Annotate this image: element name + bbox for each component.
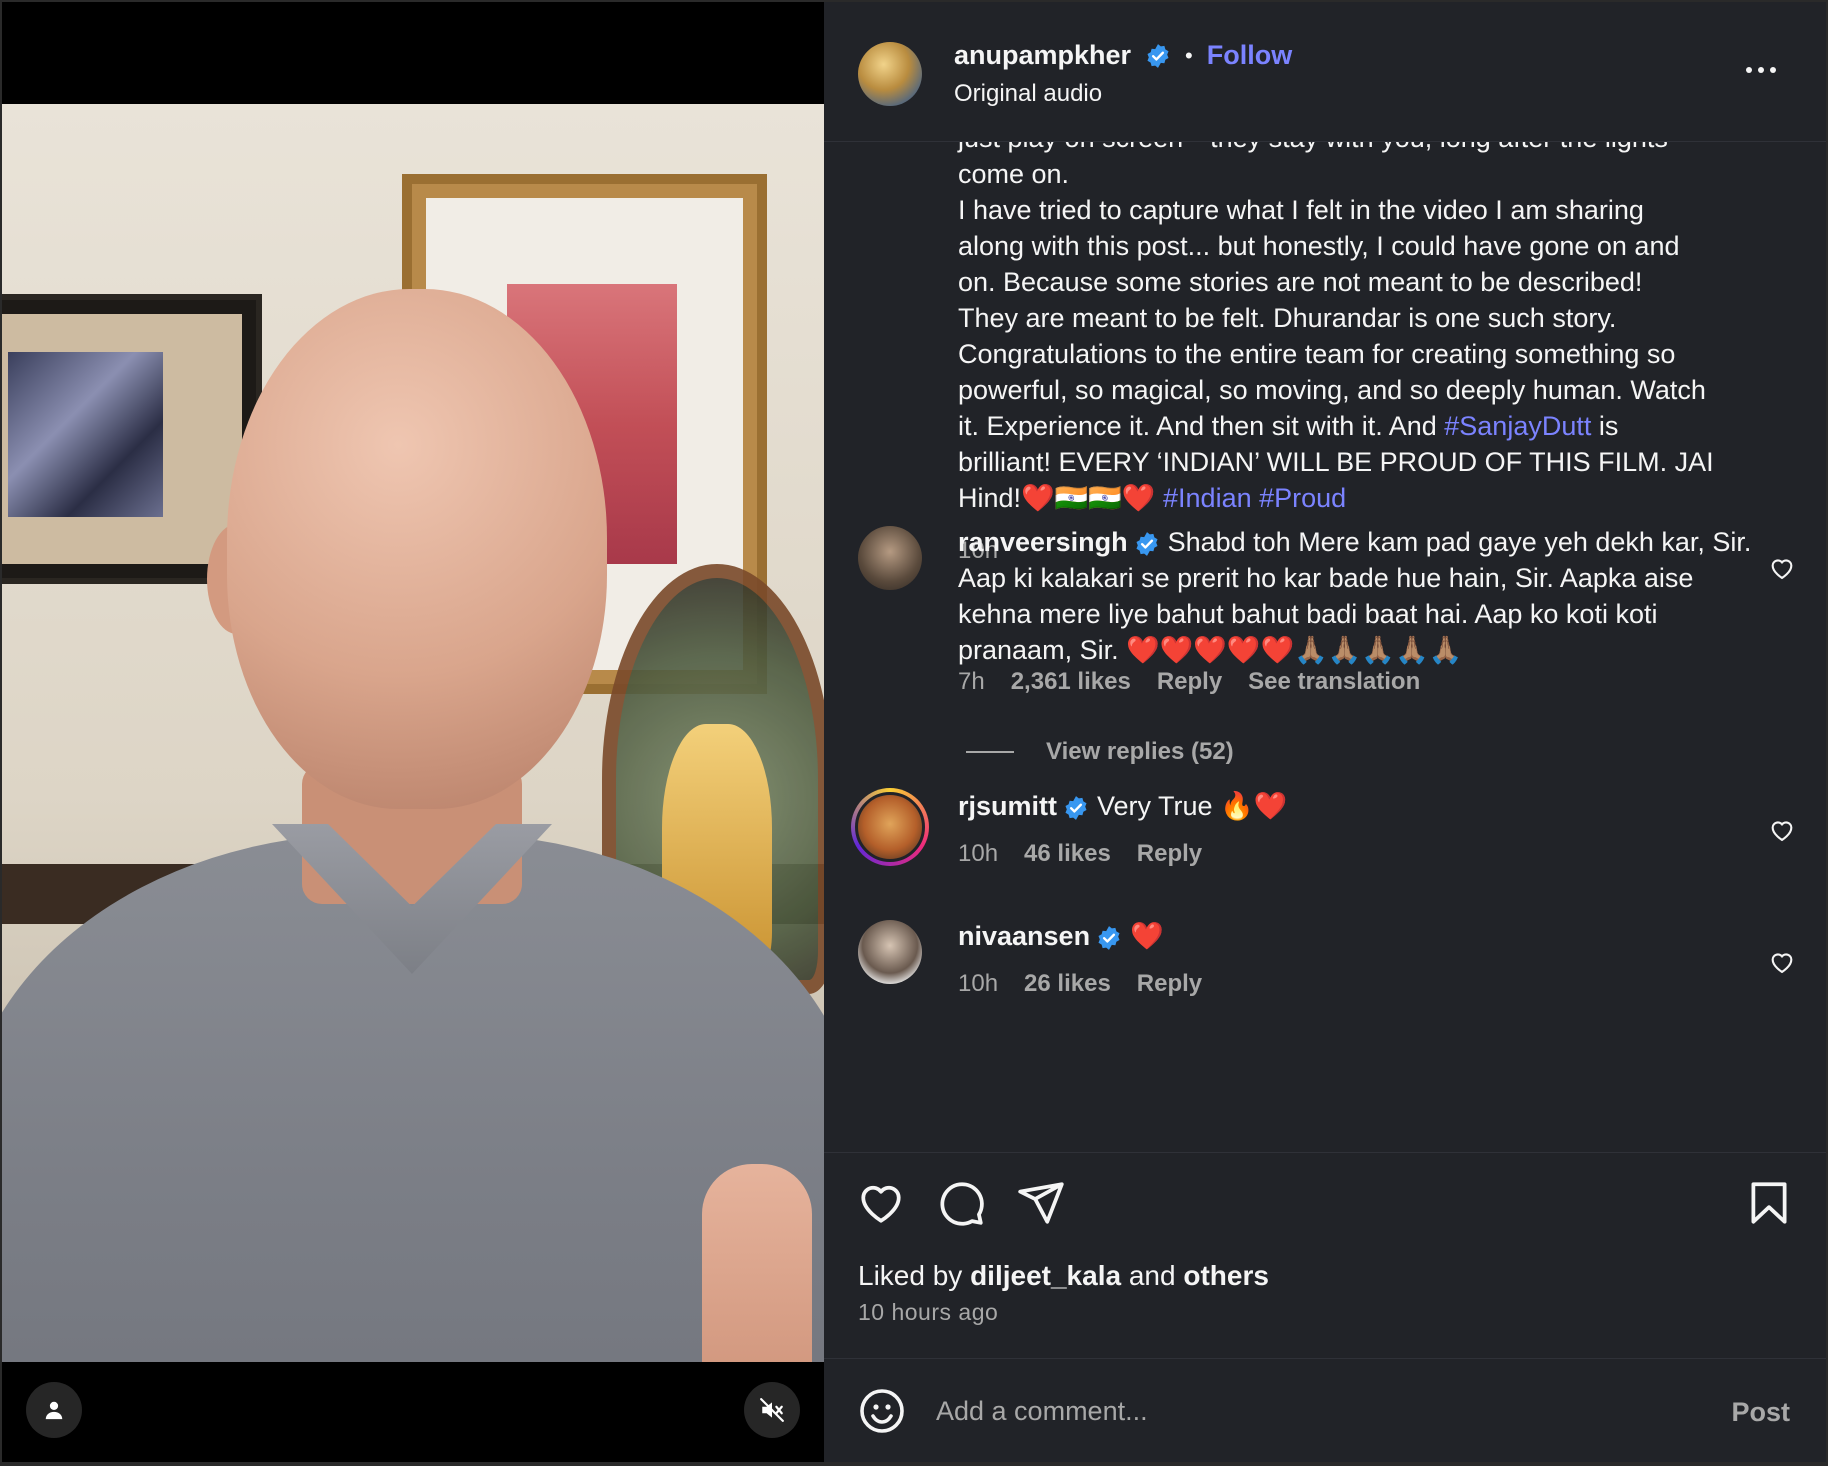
person-head	[227, 289, 607, 809]
tagged-users-button[interactable]	[26, 1382, 82, 1438]
hashtag-link[interactable]: #Proud	[1259, 483, 1346, 513]
comment-likes[interactable]: 2,361 likes	[1011, 668, 1131, 696]
header-separator: •	[1185, 42, 1193, 68]
caption-line: powerful, so magical, so moving, and so …	[958, 375, 1706, 405]
verified-icon	[1065, 795, 1087, 820]
verified-icon	[1136, 531, 1158, 556]
commenter-username[interactable]: nivaansen	[958, 921, 1090, 951]
caption-line: just play on screen—they stay with you, …	[958, 142, 1778, 156]
caption-text: Hind!❤️🇮🇳🇮🇳❤️	[958, 483, 1164, 513]
share-icon[interactable]	[1016, 1178, 1066, 1228]
add-comment-bar: Post	[824, 1358, 1826, 1462]
muted-speaker-icon	[760, 1398, 784, 1422]
caption-line: on. Because some stories are not meant t…	[958, 267, 1643, 297]
heart-icon[interactable]	[856, 1178, 906, 1228]
commenter-avatar[interactable]	[858, 526, 922, 590]
comment-text: ranveersingh Shabd toh Mere kam pad gaye …	[958, 524, 1758, 668]
mute-toggle-button[interactable]	[744, 1382, 800, 1438]
comment-meta: 10h 46 likes Reply	[958, 840, 1202, 868]
author-avatar[interactable]	[858, 42, 922, 106]
hashtag-link[interactable]: #SanjayDutt	[1444, 411, 1591, 441]
liked-by-mid: and	[1121, 1260, 1184, 1291]
post-side-panel: anupampkher • Follow Original audio just…	[824, 2, 1826, 1462]
comment-like-heart-icon[interactable]	[1768, 816, 1796, 844]
hashtag-link[interactable]: #Indian	[1163, 483, 1252, 513]
more-options-icon[interactable]	[1746, 60, 1786, 80]
comment-time: 10h	[958, 840, 999, 867]
video-player[interactable]	[2, 2, 824, 1462]
post-action-bar: Liked by diljeet_kala and others 10 hour…	[824, 1152, 1826, 1352]
comment-time: 10h	[958, 970, 999, 997]
view-replies-label: View replies (52)	[1046, 738, 1234, 765]
caption-text: is	[1591, 411, 1619, 441]
caption-line: brilliant! EVERY ‘INDIAN’ WILL BE PROUD …	[958, 447, 1714, 477]
caption-line: it. Experience it. And then sit with it.…	[958, 408, 1778, 444]
user-tag-icon	[45, 1401, 63, 1420]
comment-like-heart-icon[interactable]	[1768, 948, 1796, 976]
post-comment-button[interactable]: Post	[1731, 1397, 1790, 1428]
comments-scroll-area[interactable]: just play on screen—they stay with you, …	[824, 142, 1826, 1152]
caption-line: along with this post... but honestly, I …	[958, 231, 1680, 261]
comment-meta: 7h 2,361 likes Reply See translation	[958, 668, 1420, 696]
verified-icon	[1147, 43, 1169, 68]
liked-by-prefix: Liked by	[858, 1260, 971, 1291]
comment-likes[interactable]: 46 likes	[1024, 840, 1111, 868]
comment-icon[interactable]	[936, 1178, 986, 1228]
commenter-username[interactable]: rjsumitt	[958, 791, 1057, 821]
commenter-avatar	[855, 792, 925, 862]
caption-text: it. Experience it. And then sit with it.…	[958, 411, 1445, 441]
comment-time: 7h	[958, 668, 985, 695]
see-translation-button[interactable]: See translation	[1248, 668, 1420, 696]
bookmark-icon[interactable]	[1744, 1178, 1794, 1228]
caption-line: They are meant to be felt. Dhurandar is …	[958, 303, 1617, 333]
caption-line: Congratulations to the entire team for c…	[958, 339, 1676, 369]
original-audio-link[interactable]: Original audio	[954, 80, 1102, 108]
comment-body: ❤️	[1130, 921, 1164, 951]
liked-by-others[interactable]: others	[1183, 1260, 1269, 1291]
person-hand	[702, 1164, 812, 1362]
liked-by-user[interactable]: diljeet_kala	[970, 1260, 1121, 1291]
video-letterbox-top	[2, 2, 824, 104]
author-username[interactable]: anupampkher	[954, 40, 1131, 71]
comment-like-heart-icon[interactable]	[1768, 554, 1796, 582]
comment-text: nivaansen ❤️	[958, 918, 1758, 954]
comment-input[interactable]	[936, 1387, 1656, 1435]
reply-button[interactable]: Reply	[1137, 970, 1202, 998]
caption-line: I have tried to capture what I felt in t…	[958, 195, 1644, 225]
liked-by-summary: Liked by diljeet_kala and others	[858, 1260, 1269, 1292]
post-time-ago: 10 hours ago	[858, 1299, 999, 1325]
comment-body: Very True 🔥❤️	[1097, 791, 1288, 821]
reply-button[interactable]: Reply	[1137, 840, 1202, 868]
comment-text: rjsumitt Very True 🔥❤️	[958, 788, 1758, 824]
emoji-icon[interactable]	[858, 1387, 906, 1435]
reply-button[interactable]: Reply	[1157, 668, 1222, 696]
video-letterbox-bottom	[2, 1362, 824, 1462]
replies-divider	[966, 751, 1014, 753]
view-replies-button[interactable]: View replies (52)	[966, 738, 1234, 766]
post-caption: just play on screen—they stay with you, …	[958, 142, 1778, 516]
caption-line: come on.	[958, 159, 1070, 189]
comment-meta: 10h 26 likes Reply	[958, 970, 1202, 998]
caption-line: Hind!❤️🇮🇳🇮🇳❤️ #Indian #Proud	[958, 480, 1778, 516]
video-frame[interactable]	[2, 104, 824, 1362]
post-header: anupampkher • Follow Original audio	[824, 2, 1826, 142]
commenter-avatar[interactable]	[858, 920, 922, 984]
commenter-username[interactable]: ranveersingh	[958, 527, 1128, 557]
commenter-avatar-story-ring[interactable]	[851, 788, 929, 866]
verified-icon	[1098, 925, 1120, 950]
comment-likes[interactable]: 26 likes	[1024, 970, 1111, 998]
follow-button[interactable]: Follow	[1207, 40, 1292, 71]
